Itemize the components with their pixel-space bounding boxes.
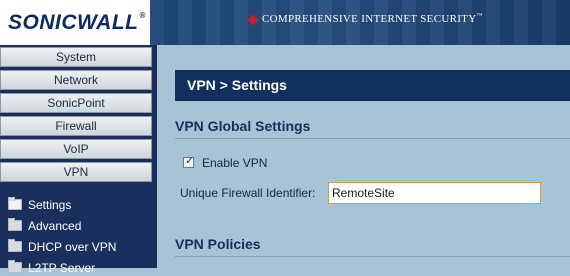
section-title-vpn-policies: VPN Policies [175,236,261,252]
sidebar-item-label: Advanced [28,219,82,233]
logo-text: SONICWALL [8,11,139,34]
page-title-bar: VPN > Settings [175,70,570,101]
nav-button-vpn[interactable]: VPN [0,162,152,182]
folder-icon [8,218,22,231]
enable-vpn-label: Enable VPN [202,156,268,170]
logo-registered-mark: ® [139,11,146,20]
unique-firewall-identifier-label: Unique Firewall Identifier: [180,186,316,200]
nav-button-sonicpoint[interactable]: SonicPoint [0,93,152,113]
section-divider [175,256,570,257]
sidebar-item-label: Settings [28,198,72,212]
nav-button-system[interactable]: System [0,47,152,67]
nav-button-voip[interactable]: VoIP [0,139,152,159]
folder-open-icon [8,197,22,210]
section-title-vpn-global-settings: VPN Global Settings [175,118,311,134]
header-tagline: COMPREHENSIVE INTERNET SECURITY™ [262,13,483,25]
diamond-icon [247,14,259,26]
folder-icon [8,239,22,252]
nav-button-firewall[interactable]: Firewall [0,116,152,136]
unique-firewall-identifier-input[interactable] [328,182,541,204]
sidebar-item-advanced[interactable]: Advanced [8,218,82,234]
main-content: VPN > Settings VPN Global Settings ✓ Ena… [157,45,570,268]
tagline-trademark: ™ [476,13,483,19]
logo-area: SONICWALL® [0,0,150,45]
sonicwall-logo: SONICWALL® [8,11,146,35]
sidebar-item-l2tp-server[interactable]: L2TP Server [8,260,96,276]
sidebar-item-dhcp-over-vpn[interactable]: DHCP over VPN [8,239,117,255]
sidebar-item-label: L2TP Server [28,261,96,275]
sidebar-item-settings[interactable]: Settings [8,197,72,213]
page-title: VPN > Settings [187,77,287,93]
checkmark-icon: ✓ [185,155,195,167]
nav-button-network[interactable]: Network [0,70,152,90]
section-divider [175,138,570,139]
tagline-text: COMPREHENSIVE INTERNET SECURITY [262,13,477,25]
app-header: SONICWALL® COMPREHENSIVE INTERNET SECURI… [0,0,570,45]
enable-vpn-checkbox[interactable]: ✓ [183,155,195,168]
sidebar-item-label: DHCP over VPN [28,240,117,254]
header-banner: COMPREHENSIVE INTERNET SECURITY™ [150,0,570,45]
sidebar: System Network SonicPoint Firewall VoIP … [0,45,157,275]
